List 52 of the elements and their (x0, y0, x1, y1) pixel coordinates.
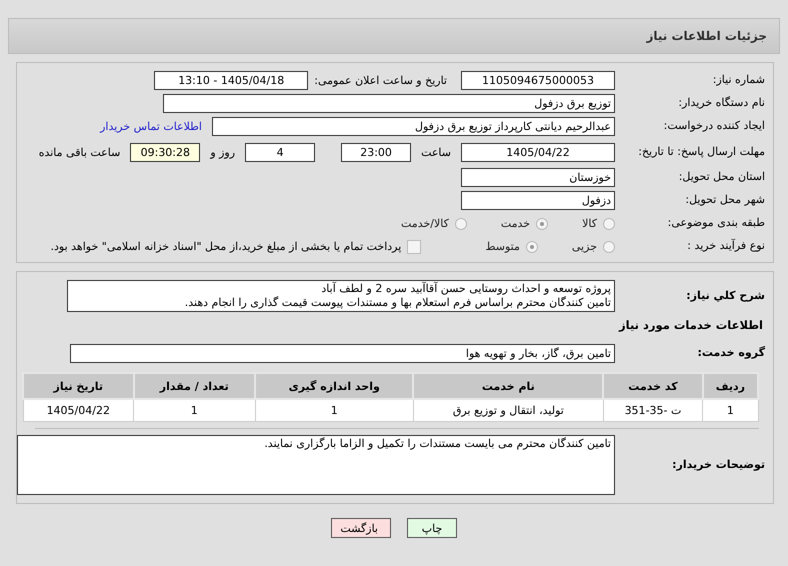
city-field: دزفول (461, 191, 615, 210)
need-number-field: 1105094675000053 (461, 71, 615, 90)
days-label: روز و (210, 146, 236, 158)
table-cell: ت -35-351 (603, 399, 703, 422)
remaining-time-field: 09:30:28 (130, 142, 200, 162)
page-title: جزئیات اطلاعات نیاز (646, 29, 767, 43)
category-radio[interactable]: خدمت (500, 217, 548, 230)
column-header: ردیف (702, 373, 758, 399)
field-label: تاریخ و ساعت اعلان عمومی: (314, 74, 447, 87)
payment-check-label: پرداخت تمام یا بخشی از مبلغ خرید،از محل "اسناد خزانه اسلامی" خواهد بود. (50, 240, 402, 253)
field-label: شماره نیاز: (712, 74, 766, 87)
category-radio[interactable]: کالا/خدمت (401, 217, 467, 230)
purchase-type-radio[interactable]: جزیی (572, 240, 615, 253)
table-cell: 1 (134, 399, 255, 422)
announce-datetime-field: 1405/04/18 - 13:10 (154, 71, 308, 90)
column-header: تعداد / مقدار (134, 373, 255, 399)
column-header: واحد اندازه گیری (255, 373, 414, 399)
field-label: استان محل تحویل: (678, 171, 766, 184)
field-label: ایجاد کننده درخواست: (662, 120, 766, 133)
field-label: نام دستگاه خریدار: (677, 97, 766, 110)
field-label: شهر محل تحویل: (684, 194, 766, 207)
province-field: خوزستان (461, 168, 615, 187)
field-label: توضیحات خریدار: (671, 458, 766, 472)
column-header: تاریخ نیاز (23, 373, 134, 399)
table-cell: 1 (702, 399, 758, 422)
table-cell: تولید، انتقال و توزیع برق (413, 399, 604, 422)
summary-textarea[interactable]: پروژه توسعه و احداث روستایی حسن آقاآبید سره 2 و لطف آباد تامین کنندگان محترم براساس فرم استعلام بها و مستندات پیوست قیمت گذاری را انجام دهند. (67, 280, 615, 312)
remaining-label: ساعت باقی مانده (38, 146, 120, 158)
time-label: ساعت (421, 146, 451, 158)
buyer-contact-link[interactable]: اطلاعات تماس خریدار (100, 120, 202, 133)
service-group-field: تامین برق، گاز، بخار و تهویه هوا (70, 344, 615, 362)
column-header: کد خدمت (603, 373, 703, 399)
purchase-type-radio[interactable]: متوسط (485, 240, 538, 253)
column-header: نام خدمت (413, 373, 604, 399)
days-field: 4 (245, 142, 316, 162)
back-button[interactable]: بازگشت (331, 518, 391, 538)
table-cell: 1 (255, 399, 414, 422)
buyer-notes-textarea[interactable]: تامین کنندگان محترم می بایست مستندات را تکمیل و الزاما بارگزاری نمایند. (17, 435, 615, 495)
category-radio[interactable]: کالا (582, 217, 615, 230)
print-button[interactable]: چاپ (407, 518, 457, 538)
requester-field: عبدالرحیم دیانتی کارپرداز توزیع برق دزفول (212, 117, 615, 136)
deadline-date-field: 1405/04/22 (461, 142, 615, 162)
field-label: مهلت ارسال پاسخ: تا تاریخ: (637, 146, 766, 158)
table-cell: 1405/04/22 (23, 399, 134, 422)
payment-checkbox[interactable] (407, 240, 422, 254)
deadline-time-field: 23:00 (341, 142, 412, 162)
buyer-org-field: توزیع برق دزفول (163, 94, 615, 113)
field-label: نوع فرآیند خرید : (686, 240, 766, 253)
field-label: شرح کلي نياز: (685, 290, 766, 302)
field-label: گروه خدمت: (696, 346, 766, 360)
section-heading: اطلاعات خدمات مورد نیاز (618, 317, 764, 334)
field-label: طبقه بندی موضوعی: (666, 217, 766, 230)
